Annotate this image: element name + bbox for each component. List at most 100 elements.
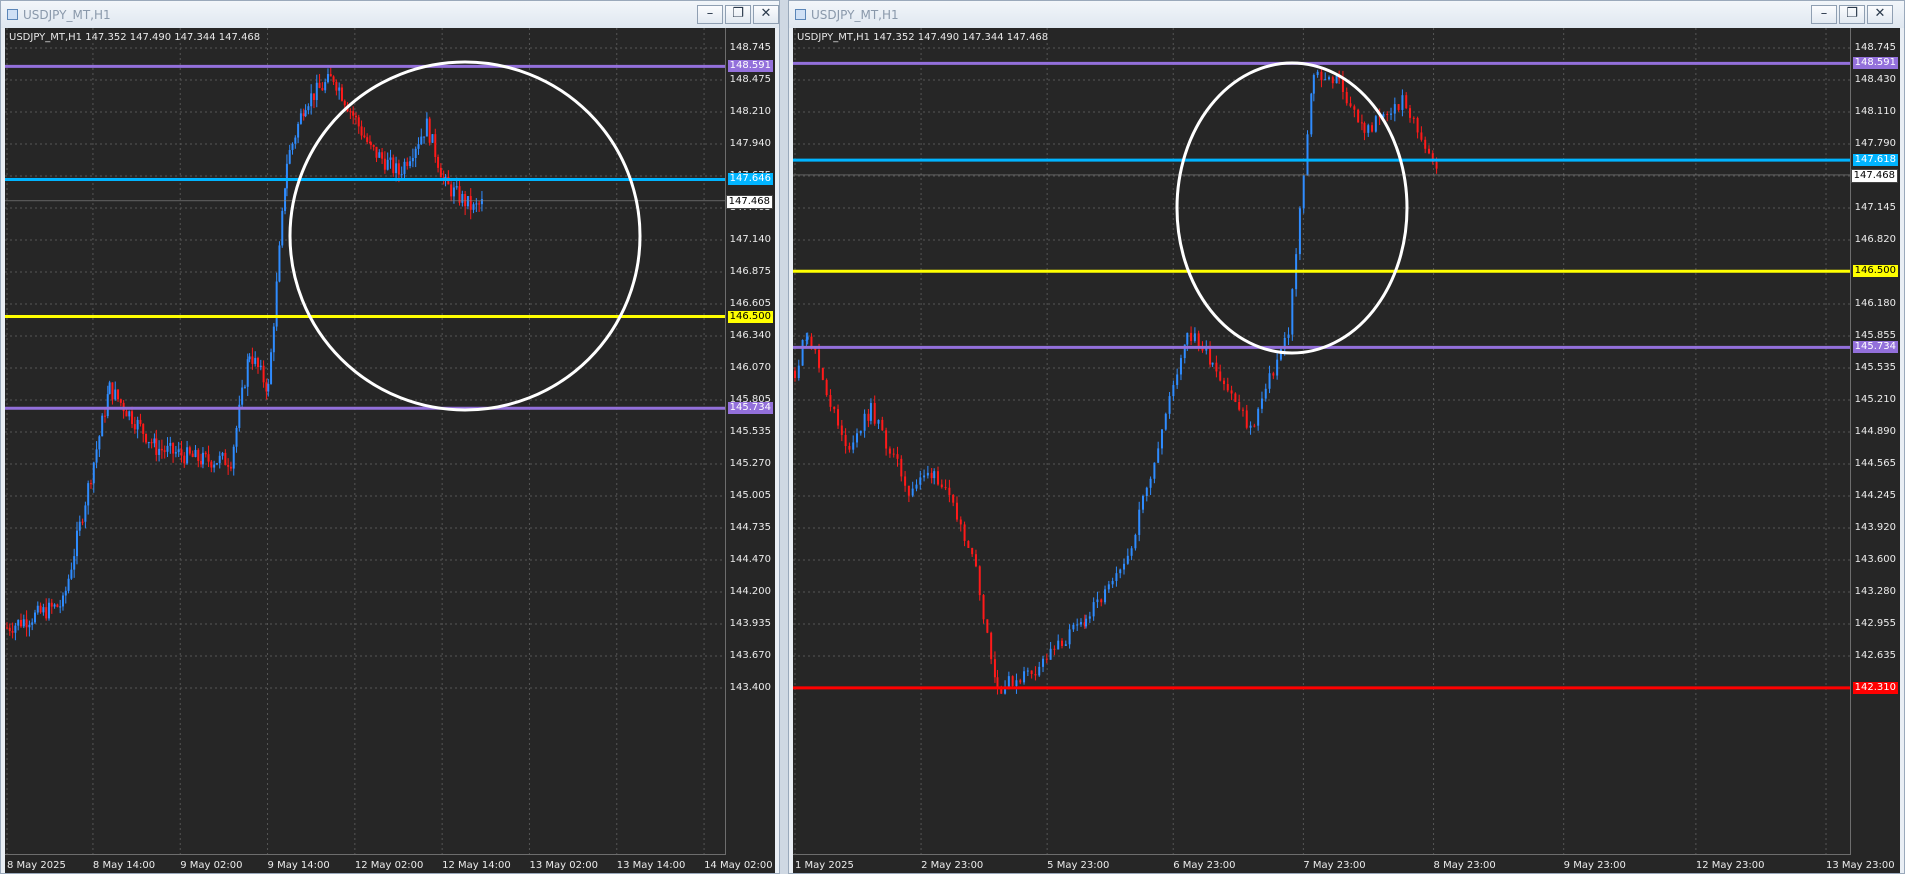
candle-body — [818, 349, 821, 368]
candle-body — [1435, 161, 1438, 169]
candle-body — [930, 472, 933, 479]
candle-body — [1019, 680, 1022, 683]
candle-body — [1405, 95, 1408, 109]
candle-body — [304, 110, 307, 117]
candle-body — [982, 595, 985, 620]
candle-body — [1000, 688, 1003, 694]
candle-body — [213, 464, 216, 468]
window-title: USDJPY_MT,H1 — [23, 8, 111, 22]
minimize-button[interactable]: – — [697, 5, 723, 24]
candle-body — [114, 389, 117, 400]
candle-body — [896, 454, 899, 459]
price-tick-label: 142.635 — [1854, 650, 1896, 661]
candle-body — [837, 409, 840, 426]
candle-body — [92, 462, 95, 484]
candle-body — [22, 619, 25, 627]
candle-body — [1345, 91, 1348, 104]
chart-area[interactable]: USDJPY_MT,H1 147.352 147.490 147.344 147… — [5, 28, 775, 873]
minimize-button[interactable]: – — [1811, 5, 1837, 24]
candle-body — [1320, 71, 1323, 81]
chart-area[interactable]: USDJPY_MT,H1 147.352 147.490 147.344 147… — [793, 28, 1900, 873]
time-tick-label: 9 May 02:00 — [180, 860, 243, 871]
candle-body — [963, 524, 966, 541]
candle-body — [469, 196, 472, 210]
window-title: USDJPY_MT,H1 — [811, 8, 899, 22]
candle-body — [867, 413, 870, 421]
candle-body — [340, 87, 343, 101]
maximize-button[interactable]: ❐ — [725, 5, 751, 24]
candle-body — [19, 619, 22, 627]
candle-body — [1045, 658, 1048, 660]
candle-body — [411, 157, 414, 162]
time-scale[interactable]: 1 May 2025 2 May 23:00 5 May 23:00 6 May 23… — [793, 854, 1895, 873]
candle-body — [201, 452, 204, 465]
level-price-tag: 147.618 — [1852, 154, 1898, 167]
candle-body — [431, 134, 434, 143]
candle-body — [1374, 116, 1377, 132]
price-tick-label: 148.745 — [1854, 42, 1896, 53]
candle-body — [936, 471, 939, 485]
candle-body — [119, 399, 122, 403]
candle-body — [409, 161, 412, 166]
candle-body — [103, 415, 106, 417]
candle-body — [461, 193, 464, 203]
price-scale[interactable]: 148.745148.430148.110147.790147.465147.1… — [1850, 28, 1900, 873]
price-tick-label: 147.140 — [729, 234, 771, 245]
chart-window-right[interactable]: USDJPY_MT,H1 – ❐ ✕ USDJPY_MT,H1 147.352 … — [788, 0, 1905, 874]
price-chart-canvas[interactable] — [793, 28, 1900, 873]
candle-body — [1023, 671, 1026, 683]
candle-body — [61, 595, 64, 607]
candle-body — [160, 448, 163, 451]
candle-body — [1215, 362, 1218, 372]
price-tick-label: 146.070 — [729, 362, 771, 373]
candle-body — [297, 123, 300, 138]
candle-body — [232, 446, 235, 469]
candle-body — [324, 82, 327, 91]
candle-body — [821, 367, 824, 380]
candle-body — [434, 134, 437, 157]
candle-body — [147, 442, 150, 444]
maximize-button[interactable]: ❐ — [1839, 5, 1865, 24]
title-bar[interactable]: USDJPY_MT,H1 – ❐ ✕ — [789, 1, 1904, 28]
time-tick-label: 1 May 2025 — [795, 860, 854, 871]
candle-body — [844, 434, 847, 447]
chart-window-left[interactable]: USDJPY_MT,H1 – ❐ ✕ USDJPY_MT,H1 147.352 … — [0, 0, 780, 874]
candle-body — [940, 484, 943, 488]
close-button[interactable]: ✕ — [1867, 5, 1893, 24]
candle-body — [840, 425, 843, 435]
current-price-tag: 147.468 — [725, 194, 773, 209]
price-scale[interactable]: 148.745148.475148.210147.940147.675147.4… — [725, 28, 775, 873]
title-bar[interactable]: USDJPY_MT,H1 – ❐ ✕ — [1, 1, 779, 28]
candle-body — [111, 382, 114, 400]
price-tick-label: 144.200 — [729, 586, 771, 597]
candle-body — [395, 163, 398, 174]
candle-body — [863, 413, 866, 431]
price-chart-canvas[interactable] — [5, 28, 775, 873]
candle-body — [892, 453, 895, 455]
candle-body — [1363, 123, 1366, 133]
candle-body — [993, 659, 996, 678]
candle-body — [294, 137, 297, 144]
level-price-tag: 145.734 — [727, 402, 773, 415]
time-tick-label: 5 May 23:00 — [1047, 860, 1110, 871]
time-scale[interactable]: 8 May 2025 8 May 14:00 9 May 02:00 9 May 14… — [5, 854, 773, 873]
candle-body — [1015, 680, 1018, 687]
price-tick-label: 146.180 — [1854, 298, 1896, 309]
candle-body — [312, 93, 315, 101]
candle-body — [1160, 429, 1163, 449]
candle-body — [1264, 388, 1267, 399]
close-button[interactable]: ✕ — [753, 5, 779, 24]
candle-body — [194, 449, 197, 457]
candle-body — [1306, 134, 1309, 176]
candle-body — [1049, 648, 1052, 660]
candle-body — [1193, 333, 1196, 341]
candle-body — [332, 76, 335, 82]
candle-body — [8, 627, 11, 631]
candle-body — [1145, 487, 1148, 497]
candle-body — [1226, 384, 1229, 391]
candle-body — [869, 403, 872, 421]
time-tick-label: 7 May 23:00 — [1303, 860, 1366, 871]
candle-body — [117, 389, 120, 400]
time-tick-label: 9 May 14:00 — [267, 860, 330, 871]
candle-body — [406, 161, 409, 166]
